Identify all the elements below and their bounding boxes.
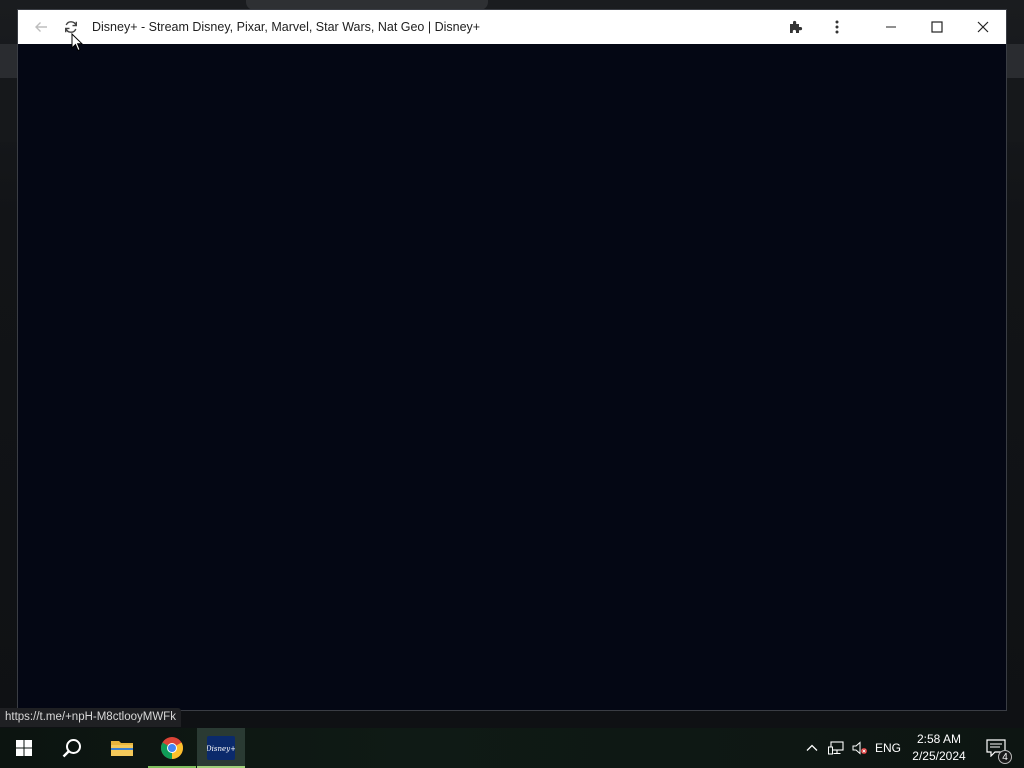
chrome-button[interactable]: [148, 728, 196, 768]
link-status-bubble: https://t.me/+npH-M8ctlooyMWFk: [0, 708, 181, 727]
volume-button[interactable]: [848, 728, 872, 768]
start-button[interactable]: [0, 728, 48, 768]
minimize-icon: [886, 26, 896, 28]
network-icon: [828, 741, 844, 755]
network-button[interactable]: [824, 728, 848, 768]
extensions-button[interactable]: [778, 10, 814, 44]
disney-plus-app-icon: Disney+: [207, 736, 235, 760]
more-options-button[interactable]: [819, 10, 855, 44]
back-button[interactable]: [26, 10, 56, 44]
window-title: Disney+ - Stream Disney, Pixar, Marvel, …: [92, 20, 481, 34]
chrome-icon: [161, 737, 183, 759]
background-window-tab: [246, 0, 488, 10]
mouse-pointer-icon: [71, 33, 83, 52]
notification-count-badge: 4: [998, 750, 1012, 764]
clock[interactable]: 2:58 AM 2/25/2024: [906, 728, 972, 768]
page-content-area[interactable]: [18, 44, 1006, 710]
maximize-button[interactable]: [914, 10, 960, 44]
close-button[interactable]: [960, 10, 1006, 44]
search-icon: [62, 739, 81, 758]
show-hidden-icons-button[interactable]: [800, 728, 824, 768]
clock-date: 2/25/2024: [912, 749, 966, 763]
minimize-button[interactable]: [868, 10, 914, 44]
system-tray: [800, 728, 872, 768]
clock-time: 2:58 AM: [916, 732, 962, 746]
folder-icon: [111, 741, 133, 756]
close-icon: [977, 21, 989, 33]
svg-text:Disney+: Disney+: [207, 745, 235, 753]
file-explorer-button[interactable]: [98, 728, 146, 768]
language-indicator[interactable]: ENG: [874, 728, 902, 768]
disney-plus-taskbar-button[interactable]: Disney+: [197, 728, 245, 768]
speaker-muted-icon: [852, 741, 867, 755]
window-titlebar: Disney+ - Stream Disney, Pixar, Marvel, …: [18, 10, 1006, 44]
disney-plus-app-window: Disney+ - Stream Disney, Pixar, Marvel, …: [18, 10, 1006, 710]
maximize-icon: [931, 21, 943, 33]
arrow-left-icon: [35, 22, 47, 32]
action-center-button[interactable]: 4: [976, 728, 1016, 768]
chevron-up-icon: [806, 744, 818, 751]
puzzle-piece-icon: [790, 20, 803, 33]
windows-logo-icon: [16, 740, 32, 756]
vertical-dots-icon: [835, 20, 839, 34]
search-button[interactable]: [48, 728, 96, 768]
